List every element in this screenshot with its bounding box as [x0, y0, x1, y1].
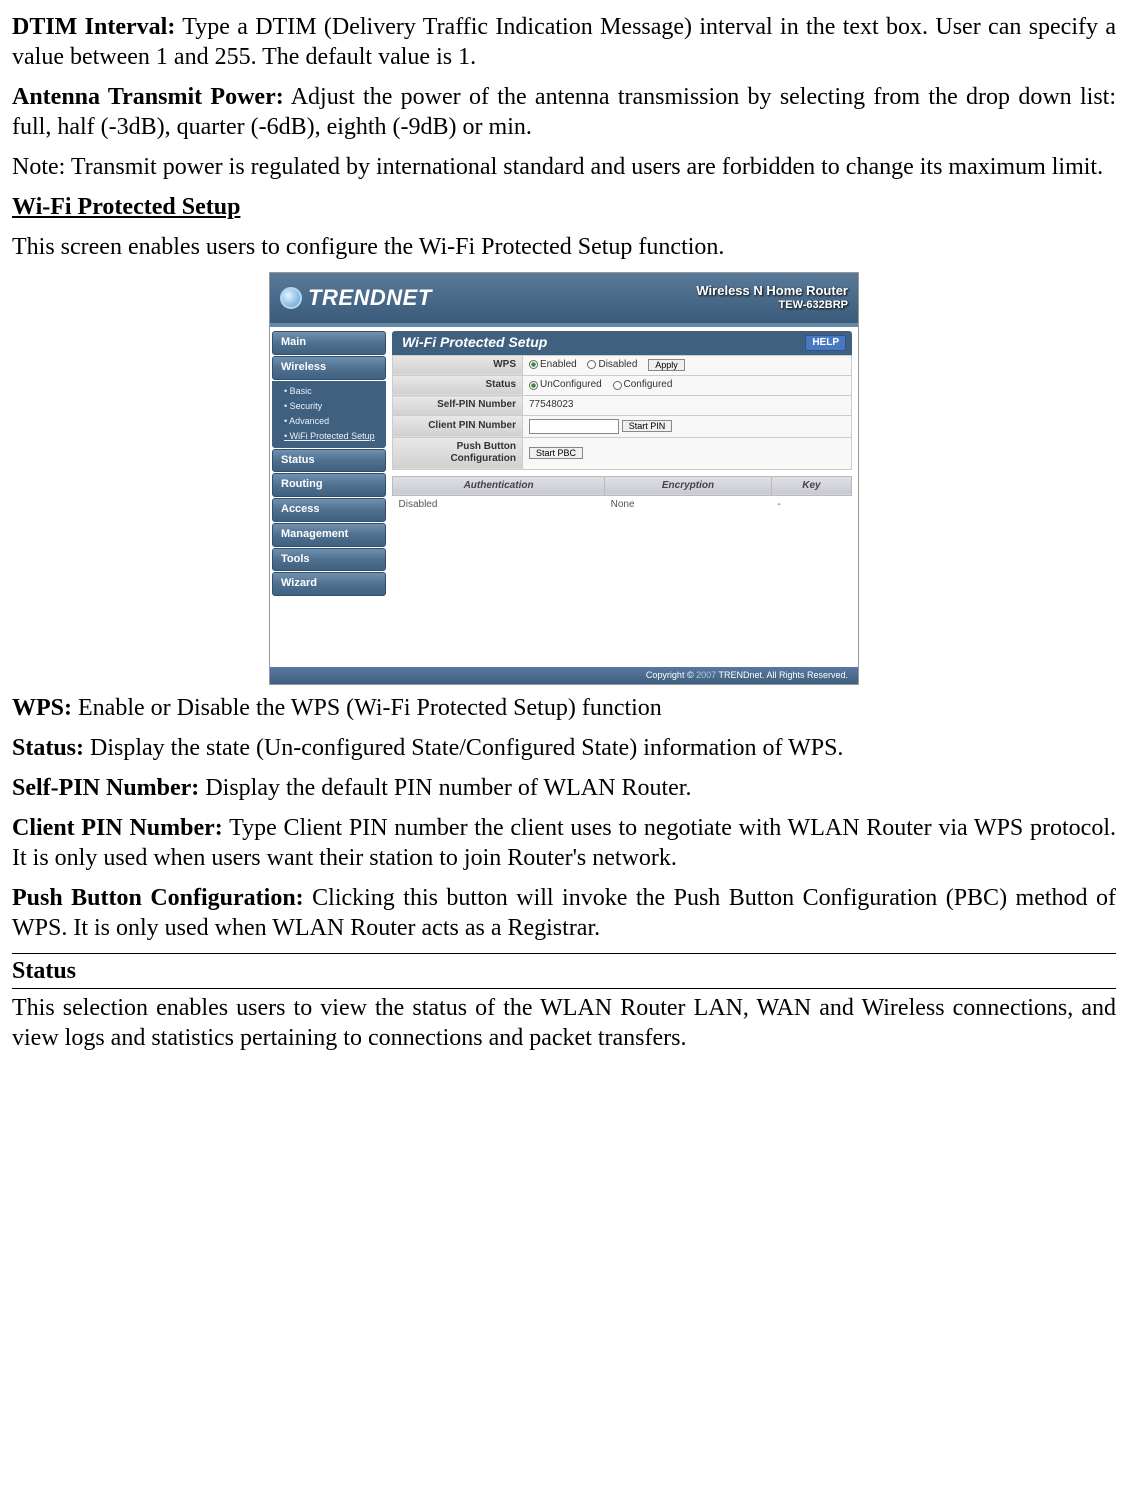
radio-wps-disabled[interactable] — [587, 360, 596, 369]
header-model: TEW-632BRP — [696, 299, 848, 313]
th-enc: Encryption — [605, 476, 772, 496]
text-dtim: Type a DTIM (Delivery Traffic Indication… — [12, 14, 1116, 70]
label-status: Status — [393, 375, 523, 395]
label-selfpin-desc: Self-PIN Number: — [12, 775, 199, 801]
radio-status-unconf — [529, 381, 538, 390]
footer-suffix: TRENDnet. All Rights Reserved. — [716, 670, 848, 680]
router-header: TRENDNET Wireless N Home Router TEW-632B… — [270, 273, 858, 327]
td-key: - — [771, 496, 851, 515]
router-footer: Copyright © 2007 TRENDnet. All Rights Re… — [270, 667, 858, 684]
table-row: Disabled None - — [393, 496, 852, 515]
nav-sub-basic[interactable]: Basic — [274, 384, 386, 399]
help-button[interactable]: HELP — [805, 335, 846, 352]
nav-wizard[interactable]: Wizard — [272, 572, 386, 596]
paragraph-pbc-desc: Push Button Configuration: Clicking this… — [12, 883, 1116, 943]
label-clientpin-desc: Client PIN Number: — [12, 815, 223, 841]
wps-info-table: Authentication Encryption Key Disabled N… — [392, 476, 852, 515]
row-pbc: Start PBC — [523, 437, 852, 469]
td-auth: Disabled — [393, 496, 605, 515]
radio-wps-disabled-label: Disabled — [598, 359, 637, 370]
start-pin-button[interactable]: Start PIN — [622, 420, 673, 432]
nav-routing[interactable]: Routing — [272, 473, 386, 497]
header-right: Wireless N Home Router TEW-632BRP — [696, 283, 848, 313]
paragraph-dtim: DTIM Interval: Type a DTIM (Delivery Tra… — [12, 12, 1116, 72]
brand-text: TRENDNET — [308, 284, 432, 312]
sidebar: Main Wireless Basic Security Advanced Wi… — [270, 327, 388, 667]
label-wps-desc: WPS: — [12, 695, 72, 721]
label-status-desc: Status: — [12, 735, 84, 761]
label-dtim: DTIM Interval: — [12, 14, 175, 40]
paragraph-note: Note: Transmit power is regulated by int… — [12, 152, 1116, 182]
heading-status: Status — [12, 953, 1116, 989]
heading-wps: Wi-Fi Protected Setup — [12, 192, 1116, 222]
label-pbc-desc: Push Button Configuration: — [12, 885, 304, 911]
brand-logo-icon — [280, 287, 302, 309]
label-pbc: Push Button Configuration — [393, 437, 523, 469]
header-title: Wireless N Home Router — [696, 283, 848, 299]
nav-main[interactable]: Main — [272, 331, 386, 355]
label-client-pin: Client PIN Number — [393, 415, 523, 437]
th-key: Key — [771, 476, 851, 496]
text-wps-desc: Enable or Disable the WPS (Wi-Fi Protect… — [72, 695, 662, 721]
nav-tools[interactable]: Tools — [272, 548, 386, 572]
panel-title: Wi-Fi Protected Setup — [392, 331, 557, 355]
wps-form: WPS Enabled Disabled Apply Status UnConf… — [392, 355, 852, 470]
paragraph-wps-intro: This screen enables users to configure t… — [12, 232, 1116, 262]
row-status: UnConfigured Configured — [523, 375, 852, 395]
nav-sub-advanced[interactable]: Advanced — [274, 414, 386, 429]
paragraph-selfpin-desc: Self-PIN Number: Display the default PIN… — [12, 773, 1116, 803]
label-wps: WPS — [393, 355, 523, 375]
nav-management[interactable]: Management — [272, 523, 386, 547]
paragraph-clientpin-desc: Client PIN Number: Type Client PIN numbe… — [12, 813, 1116, 873]
nav-status[interactable]: Status — [272, 449, 386, 473]
th-auth: Authentication — [393, 476, 605, 496]
paragraph-status-desc: Status: Display the state (Un-configured… — [12, 733, 1116, 763]
footer-prefix: Copyright © — [646, 670, 696, 680]
radio-status-unconf-label: UnConfigured — [540, 379, 602, 390]
nav-wireless-submenu: Basic Security Advanced WiFi Protected S… — [272, 381, 386, 448]
self-pin-value: 77548023 — [523, 396, 852, 416]
radio-wps-enabled-label: Enabled — [540, 359, 577, 370]
text-selfpin-desc: Display the default PIN number of WLAN R… — [199, 775, 691, 801]
router-screenshot: TRENDNET Wireless N Home Router TEW-632B… — [269, 272, 859, 685]
paragraph-wps-desc: WPS: Enable or Disable the WPS (Wi-Fi Pr… — [12, 693, 1116, 723]
row-wps: Enabled Disabled Apply — [523, 355, 852, 375]
td-enc: None — [605, 496, 772, 515]
start-pbc-button[interactable]: Start PBC — [529, 447, 583, 459]
nav-wireless[interactable]: Wireless — [272, 356, 386, 380]
nav-sub-security[interactable]: Security — [274, 399, 386, 414]
brand: TRENDNET — [280, 284, 432, 312]
radio-wps-enabled[interactable] — [529, 360, 538, 369]
paragraph-antenna: Antenna Transmit Power: Adjust the power… — [12, 82, 1116, 142]
label-antenna: Antenna Transmit Power: — [12, 84, 284, 110]
nav-sub-wps[interactable]: WiFi Protected Setup — [274, 429, 386, 444]
label-self-pin: Self-PIN Number — [393, 396, 523, 416]
radio-status-conf-label: Configured — [624, 379, 673, 390]
paragraph-status-section: This selection enables users to view the… — [12, 993, 1116, 1053]
client-pin-input[interactable] — [529, 419, 619, 434]
text-status-desc: Display the state (Un-configured State/C… — [84, 735, 843, 761]
footer-year: 2007 — [696, 670, 716, 680]
apply-button[interactable]: Apply — [648, 359, 685, 371]
nav-access[interactable]: Access — [272, 498, 386, 522]
row-client-pin: Start PIN — [523, 415, 852, 437]
content-panel: Wi-Fi Protected Setup HELP WPS Enabled D… — [388, 327, 858, 667]
radio-status-conf — [613, 381, 622, 390]
